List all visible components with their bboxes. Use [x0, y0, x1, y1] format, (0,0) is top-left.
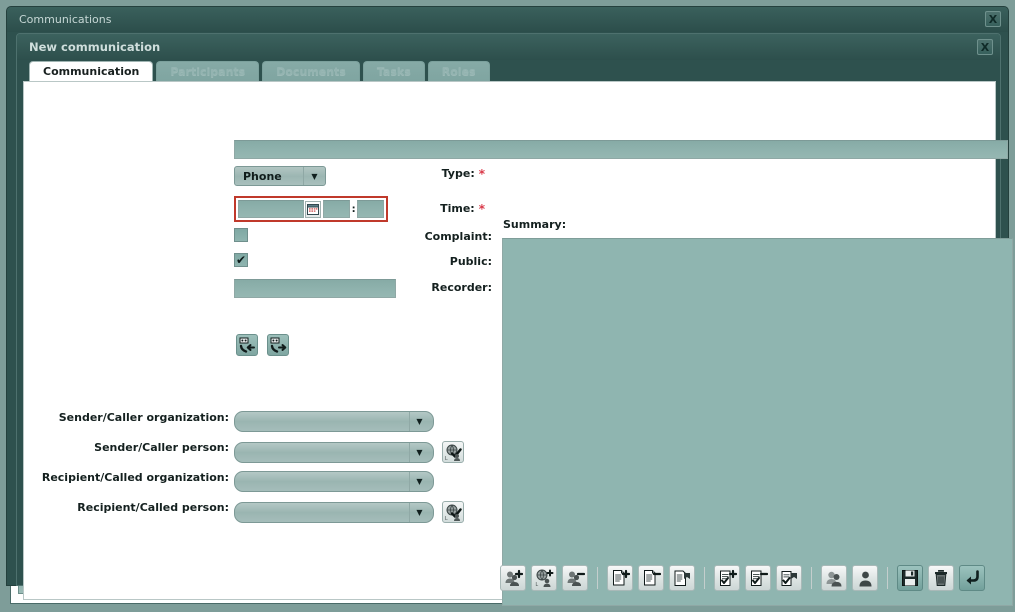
- sender-person-label: Sender/Caller person:: [94, 441, 229, 454]
- add-participant-search-button[interactable]: L: [531, 565, 557, 591]
- field-row-recipient-person: Recipient/Called person:: [24, 501, 229, 514]
- communication-form-panel: Subject: * Type: * Phone ▼: [23, 81, 1013, 606]
- toolbar-separator: [704, 567, 705, 589]
- recipient-organization-select[interactable]: ▼: [234, 471, 434, 492]
- remove-task-button[interactable]: [745, 565, 771, 591]
- field-row-recipient-org: Recipient/Called organization:: [24, 471, 229, 484]
- time-label: Time:: [440, 202, 475, 215]
- tab-bar: Communication Participants Documents Tas…: [23, 61, 996, 81]
- type-select[interactable]: Phone ▼: [234, 166, 326, 186]
- communications-title-bar: Communications: [7, 7, 1008, 32]
- bottom-toolbar: L: [24, 561, 997, 595]
- toolbar-separator: [887, 567, 888, 589]
- save-button[interactable]: [897, 565, 923, 591]
- time-hour-input[interactable]: [323, 200, 350, 218]
- type-select-value: Phone: [243, 169, 282, 183]
- form-left-column: Subject: * Type: * Phone ▼: [24, 82, 1008, 599]
- required-marker-icon: *: [478, 201, 485, 216]
- screen-root: Search ◄ ||| ► Communications X New comm…: [0, 0, 1015, 612]
- communications-window: Communications X New communication X Com…: [6, 6, 1013, 606]
- recipient-person-control-group: ▼ L: [234, 501, 464, 523]
- new-communication-title-bar: New communication: [17, 34, 1000, 60]
- outgoing-call-button[interactable]: [267, 334, 289, 356]
- recorder-input[interactable]: [234, 279, 396, 298]
- time-date-input[interactable]: [238, 200, 305, 218]
- call-direction-button-group: [236, 334, 289, 356]
- sender-organization-label: Sender/Caller organization:: [58, 411, 229, 424]
- add-task-button[interactable]: [714, 565, 740, 591]
- sender-person-select[interactable]: ▼: [234, 441, 434, 463]
- add-role-button[interactable]: [821, 565, 847, 591]
- required-marker-icon: *: [478, 166, 485, 181]
- add-document-button[interactable]: [607, 565, 633, 591]
- svg-text:L: L: [535, 582, 538, 588]
- remove-participant-button[interactable]: [562, 565, 588, 591]
- add-participant-button[interactable]: [500, 565, 526, 591]
- sender-person-lookup-icon[interactable]: L: [442, 441, 464, 463]
- calendar-icon[interactable]: [305, 200, 322, 218]
- sender-organization-select[interactable]: ▼: [234, 411, 434, 432]
- close-icon[interactable]: X: [985, 11, 1001, 27]
- svg-text:L: L: [445, 516, 448, 521]
- time-minute-input[interactable]: [357, 200, 384, 218]
- recipient-person-lookup-icon[interactable]: L: [442, 501, 464, 523]
- role-person-button[interactable]: [852, 565, 878, 591]
- new-communication-window: New communication X Communication Partic…: [16, 33, 1013, 606]
- tab-documents[interactable]: Documents: [262, 61, 360, 81]
- delete-button[interactable]: [928, 565, 954, 591]
- time-input-group: :: [234, 196, 388, 222]
- recipient-person-select[interactable]: ▼: [234, 501, 434, 523]
- tab-roles[interactable]: Roles: [427, 61, 490, 81]
- subject-input[interactable]: [234, 140, 1008, 159]
- sender-person-control-group: ▼ L: [234, 441, 464, 463]
- chevron-down-icon: ▼: [409, 412, 429, 431]
- recipient-person-label: Recipient/Called person:: [77, 501, 229, 514]
- tab-communication[interactable]: Communication: [29, 61, 154, 81]
- task-properties-button[interactable]: [776, 565, 802, 591]
- recorder-label: Recorder:: [431, 281, 492, 294]
- chevron-down-icon: ▼: [303, 167, 325, 185]
- confirm-button[interactable]: [959, 565, 985, 591]
- close-icon[interactable]: X: [977, 39, 993, 55]
- public-checkbox[interactable]: ✔: [234, 253, 248, 267]
- toolbar-separator: [811, 567, 812, 589]
- chevron-down-icon: ▼: [409, 442, 429, 462]
- public-label: Public:: [449, 255, 492, 268]
- chevron-down-icon: ▼: [409, 502, 429, 522]
- toolbar-separator: [597, 567, 598, 589]
- recipient-organization-label: Recipient/Called organization:: [41, 471, 229, 484]
- chevron-down-icon: ▼: [409, 472, 429, 491]
- complaint-checkbox[interactable]: [234, 228, 248, 242]
- summary-label: Summary:: [503, 218, 567, 231]
- field-row-public: Public:: [24, 255, 492, 268]
- communications-window-title: Communications: [19, 13, 112, 26]
- tab-participants[interactable]: Participants: [156, 61, 260, 81]
- type-label: Type:: [441, 167, 475, 180]
- svg-text:L: L: [445, 456, 448, 461]
- summary-textarea[interactable]: [502, 238, 1013, 606]
- tab-tasks[interactable]: Tasks: [362, 61, 425, 81]
- field-row-sender-person: Sender/Caller person:: [24, 441, 229, 454]
- new-communication-window-title: New communication: [29, 40, 161, 54]
- field-row-complaint: Complaint:: [24, 230, 492, 243]
- remove-document-button[interactable]: [638, 565, 664, 591]
- field-row-sender-org: Sender/Caller organization:: [24, 411, 229, 424]
- document-properties-button[interactable]: [669, 565, 695, 591]
- complaint-label: Complaint:: [424, 230, 492, 243]
- time-separator: :: [351, 203, 356, 215]
- incoming-call-button[interactable]: [236, 334, 258, 356]
